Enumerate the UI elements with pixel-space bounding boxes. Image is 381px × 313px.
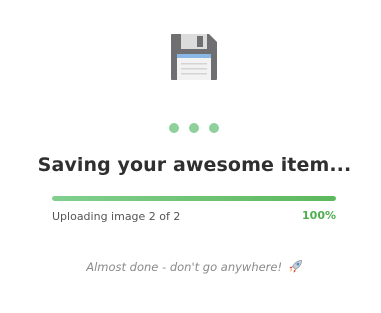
loading-dots xyxy=(169,122,219,134)
loading-dot xyxy=(209,123,219,133)
progress-percent: 100% xyxy=(302,209,336,222)
progress-bar xyxy=(52,196,336,201)
footer-note-text: Almost done - don't go anywhere! xyxy=(86,260,283,274)
loading-dot xyxy=(189,123,199,133)
upload-status-text: Uploading image 2 of 2 xyxy=(52,210,181,223)
saving-dialog: Saving your awesome item... Uploading im… xyxy=(0,0,381,313)
progress-bar-fill xyxy=(52,196,336,201)
loading-dot xyxy=(169,123,179,133)
footer-note: Almost done - don't go anywhere! xyxy=(0,259,381,274)
dialog-title: Saving your awesome item... xyxy=(37,154,352,176)
rocket-icon xyxy=(289,260,302,273)
floppy-disk-icon xyxy=(171,34,217,80)
